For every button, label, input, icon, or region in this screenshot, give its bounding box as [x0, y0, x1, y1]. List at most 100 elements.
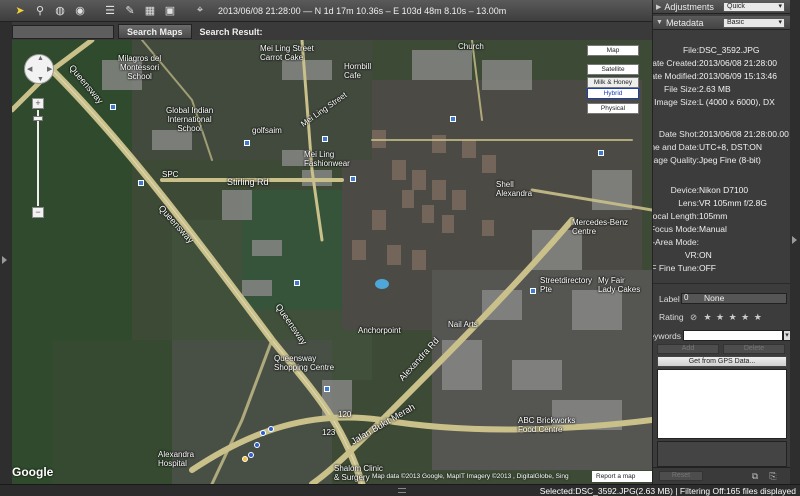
map-view-icon[interactable]: ▦ [142, 3, 158, 19]
globe-icon[interactable]: ◉ [72, 3, 88, 19]
metadata-row: Date Modified:2013/06/09 15:13:46 [653, 70, 790, 82]
map-view[interactable]: Queensway Queensway Queensway Alexandra … [12, 40, 652, 484]
transit-marker-icon[interactable] [450, 116, 456, 122]
metadata-key: Device: [670, 185, 699, 195]
transit-marker-icon[interactable] [110, 104, 116, 110]
add-keyword-button[interactable]: Add [657, 344, 719, 354]
crosshair-icon[interactable]: ⌖ [192, 3, 208, 19]
poi-label-alexandra-hospital: Alexandra Hospital [158, 450, 195, 468]
pin-icon[interactable]: ⚲ [32, 3, 48, 19]
zoom-thumb[interactable] [33, 116, 43, 121]
metadata-row: Device: Nikon D7100 [653, 184, 790, 196]
label-select[interactable]: 0 None [681, 293, 787, 304]
transit-marker-icon[interactable] [350, 176, 356, 182]
metadata-value: UTC+8, DST:ON [699, 142, 763, 152]
rating-reject-icon[interactable]: ⊘ [690, 312, 697, 322]
metadata-value: Manual [699, 224, 727, 234]
metadata-key: Image Quality: [653, 155, 699, 165]
transit-marker-icon[interactable] [530, 288, 536, 294]
map-zoom-slider[interactable]: + − [32, 98, 44, 218]
poi-label-spc: SPC [162, 170, 179, 179]
photo-location-pin-icon[interactable] [242, 456, 248, 462]
metadata-key: AF Fine Tune: [653, 263, 699, 273]
reset-button[interactable]: Reset [659, 471, 703, 481]
pan-up-arrow-icon[interactable]: ▲ [37, 55, 44, 62]
get-from-gps-data-button[interactable]: Get from GPS Data... [657, 356, 787, 367]
poi-label-golfsaim: golfsaim [252, 126, 282, 135]
metadata-value: 2013/06/08 21:28:00.00 [699, 129, 789, 139]
transit-marker-icon[interactable] [244, 140, 250, 146]
expand-triangle-icon[interactable]: ▼ [656, 19, 663, 26]
list-icon[interactable]: ☰ [102, 3, 118, 19]
transit-marker-icon[interactable] [324, 386, 330, 392]
keyword-list-lower[interactable] [657, 441, 787, 467]
search-maps-button[interactable]: Search Maps [118, 24, 192, 39]
select-arrow-icon[interactable]: ➤ [12, 3, 28, 19]
map-attribution: Map data ©2013 Google, MapIT Imagery ©20… [372, 473, 569, 480]
rating-row: Rating ⊘ ★ ★ ★ ★ ★ [659, 312, 763, 323]
resize-grip-icon[interactable] [398, 488, 406, 493]
keyword-list[interactable] [657, 369, 787, 439]
map-type-control: Map Satellite Milk & Honey Hybrid Physic… [587, 45, 641, 116]
delete-keyword-button[interactable]: Delete [723, 344, 785, 354]
keyword-buttons: Add Delete [657, 344, 787, 354]
metadata-key: Date Created: [652, 58, 699, 68]
pan-right-arrow-icon[interactable]: ▶ [47, 65, 52, 73]
zoom-in-button[interactable]: + [32, 98, 44, 109]
poi-label-streetdirectory: Streetdirectory Pte [540, 276, 593, 294]
map-type-milk-honey-button[interactable]: Milk & Honey [587, 77, 639, 88]
map-type-physical-button[interactable]: Physical [587, 103, 639, 114]
panel-footer: Reset ⧉ ⎘ [653, 467, 790, 484]
adjustments-title: Adjustments [664, 1, 714, 12]
zoom-track[interactable] [37, 110, 39, 206]
photo-location-pin-icon[interactable] [254, 442, 260, 448]
metadata-row: Date Created:2013/06/08 21:28:00 [653, 57, 790, 69]
map-type-satellite-button[interactable]: Satellite [587, 64, 639, 75]
collapse-triangle-icon[interactable]: ▶ [656, 3, 661, 11]
adjustments-mode-select[interactable]: Quick [723, 2, 785, 12]
panel-divider [653, 283, 790, 284]
photo-location-pin-icon[interactable] [248, 452, 254, 458]
keywords-dropdown-icon[interactable]: ▾ [783, 330, 790, 341]
report-map-error-link[interactable]: Report a map error [592, 471, 652, 482]
adjustments-header[interactable]: ▶ Adjustments Quick [653, 0, 790, 14]
transit-marker-icon[interactable] [598, 150, 604, 156]
photo-location-pin-icon[interactable] [268, 426, 274, 432]
map-type-hybrid-button[interactable]: Hybrid [587, 88, 639, 99]
search-maps-input[interactable] [12, 24, 114, 39]
metadata-key: AF-Area Mode: [652, 237, 699, 247]
zoom-out-button[interactable]: − [32, 207, 44, 218]
copy-metadata-icon[interactable]: ⧉ [749, 470, 761, 482]
paste-metadata-icon[interactable]: ⎘ [767, 470, 779, 482]
metadata-row: VR: ON [653, 249, 790, 261]
wrench-icon[interactable]: ✎ [122, 3, 138, 19]
compass-icon[interactable]: ◍ [52, 3, 68, 19]
photo-location-pin-icon[interactable] [260, 430, 266, 436]
keywords-input[interactable] [683, 330, 783, 341]
pan-left-arrow-icon[interactable]: ◀ [27, 65, 32, 73]
transit-marker-icon[interactable] [294, 280, 300, 286]
poi-label-my-fair-lady: My Fair Lady Cakes [598, 276, 641, 294]
road-label-stirling-rd: Stirling Rd [227, 177, 269, 187]
metadata-row: AF Fine Tune:OFF [653, 262, 790, 274]
photo-icon[interactable]: ▣ [162, 3, 178, 19]
label-row: Label 0 None [653, 293, 790, 305]
right-panel-toggle[interactable] [790, 0, 800, 484]
transit-marker-icon[interactable] [138, 180, 144, 186]
rating-stars[interactable]: ★ ★ ★ ★ ★ [703, 312, 762, 322]
metadata-key: VR: [684, 250, 699, 260]
expand-left-arrow-icon [2, 256, 7, 264]
map-pan-control[interactable]: ▲ ▼ ◀ ▶ [24, 54, 54, 84]
metadata-key: Date Shot: [658, 129, 699, 139]
label-field-label: Label [659, 294, 680, 304]
left-panel-toggle[interactable] [0, 22, 12, 484]
metadata-header[interactable]: ▼ Metadata Basic [653, 16, 790, 30]
map-type-map-button[interactable]: Map [587, 45, 639, 56]
label-value: None [704, 293, 725, 303]
app-window: ➤ ⚲ ◍ ◉ ☰ ✎ ▦ ▣ ⌖ 2013/06/08 21:28:00 — … [0, 0, 800, 496]
pan-down-arrow-icon[interactable]: ▼ [37, 76, 44, 83]
keywords-row: Keywords ▾ [653, 330, 790, 342]
transit-marker-icon[interactable] [322, 136, 328, 142]
metadata-mode-select[interactable]: Basic [723, 18, 785, 28]
metadata-value: 2013/06/09 15:13:46 [699, 71, 777, 81]
